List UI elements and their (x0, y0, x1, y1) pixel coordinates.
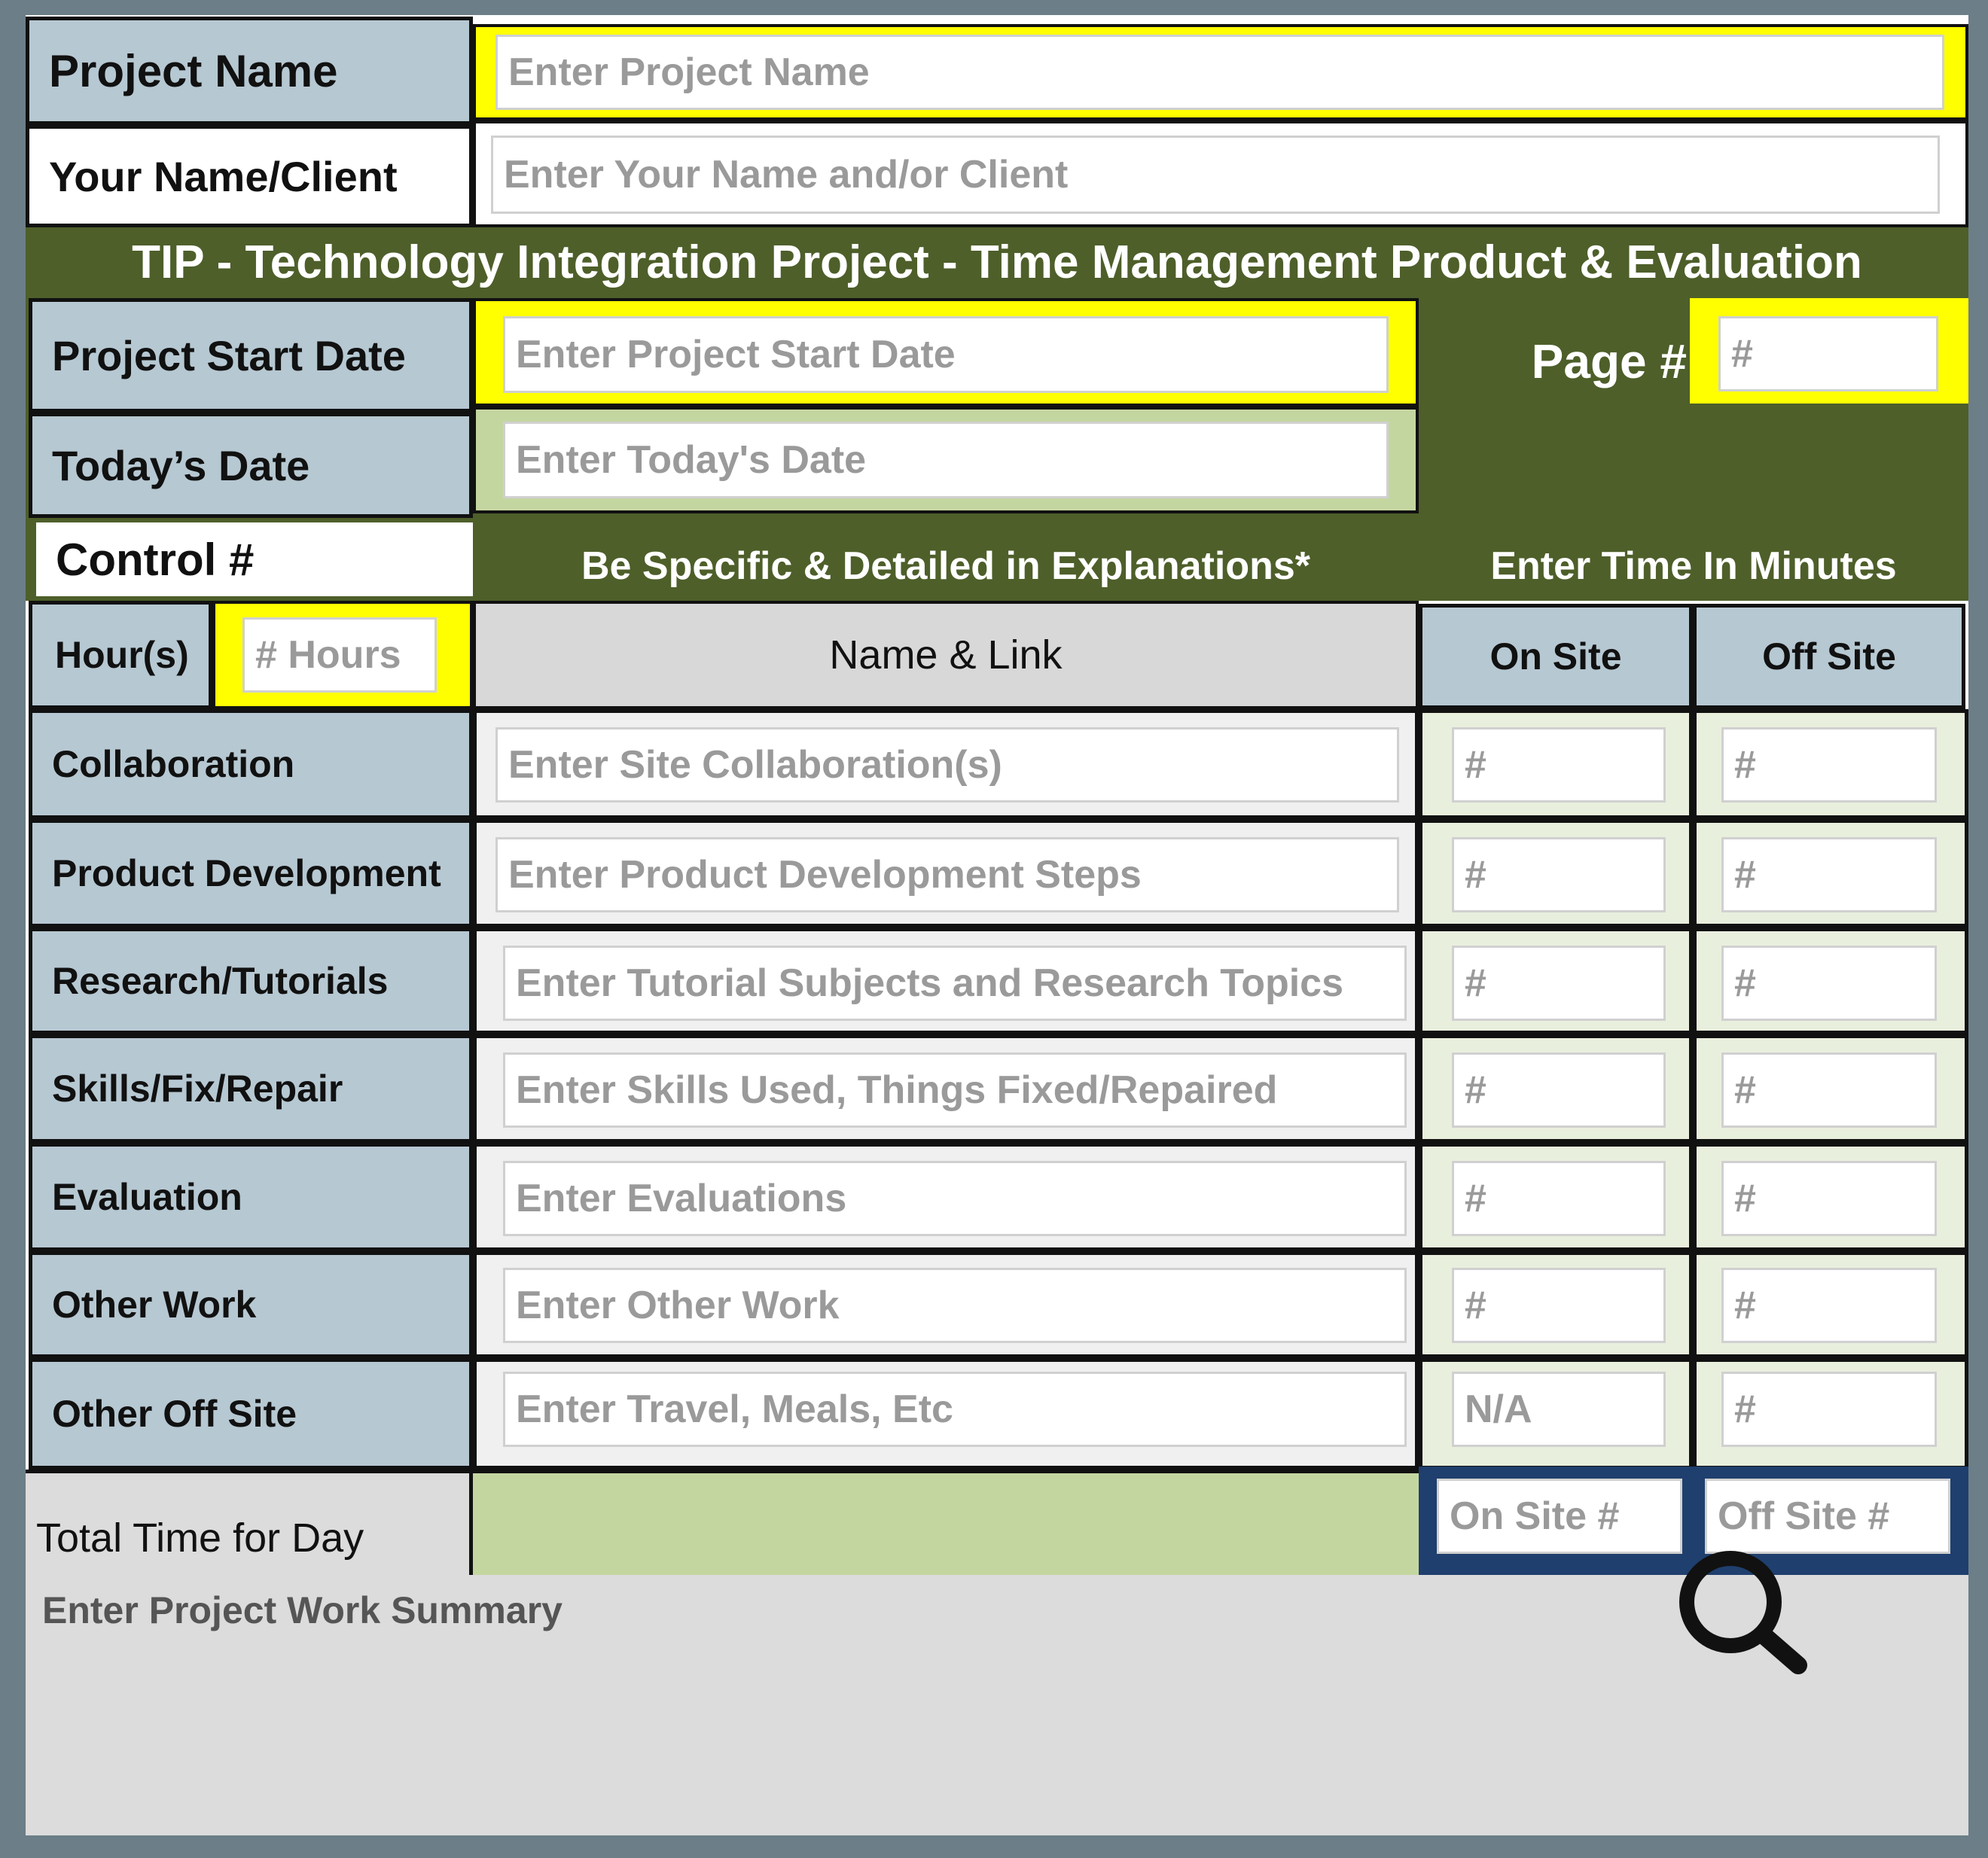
off-site-header: Off Site (1693, 604, 1965, 709)
your-name-input[interactable]: Enter Your Name and/or Client (491, 136, 1940, 214)
row-label-collaboration: Collaboration (29, 709, 473, 819)
on-site-header: On Site (1419, 604, 1693, 709)
other-off-site-off-site-input[interactable]: # (1721, 1372, 1937, 1447)
other-work-input[interactable]: Enter Other Work (503, 1268, 1407, 1343)
todays-date-input[interactable]: Enter Today's Date (503, 422, 1389, 498)
other-work-off-site-input[interactable]: # (1721, 1268, 1937, 1343)
your-name-label: Your Name/Client (26, 125, 473, 227)
product-development-on-site-input[interactable]: # (1452, 837, 1666, 912)
other-off-site-input[interactable]: Enter Travel, Meals, Etc (503, 1372, 1407, 1447)
hours-label: Hour(s) (29, 601, 212, 709)
product-development-off-site-input[interactable]: # (1721, 837, 1937, 912)
research-tutorials-on-site-input[interactable]: # (1452, 946, 1666, 1021)
total-off-site-input[interactable]: Off Site # (1705, 1479, 1950, 1554)
other-off-site-on-site-input[interactable]: N/A (1452, 1372, 1666, 1447)
row-label-other-work: Other Work (29, 1251, 473, 1358)
minutes-note: Enter Time In Minutes (1490, 544, 1897, 588)
skills-fix-repair-on-site-input[interactable]: # (1452, 1052, 1666, 1128)
research-tutorials-input[interactable]: Enter Tutorial Subjects and Research Top… (503, 946, 1407, 1021)
totals-spacer (473, 1470, 1419, 1575)
collaboration-off-site-input[interactable]: # (1721, 727, 1937, 803)
start-date-input[interactable]: Enter Project Start Date (503, 316, 1389, 393)
project-name-input[interactable]: Enter Project Name (495, 35, 1944, 110)
skills-fix-repair-off-site-input[interactable]: # (1721, 1052, 1937, 1128)
control-number-label: Control # (36, 522, 473, 596)
page-number-input[interactable]: # (1718, 316, 1938, 391)
search-icon[interactable] (1672, 1543, 1822, 1679)
row-label-research-tutorials: Research/Tutorials (29, 927, 473, 1034)
row-label-product-development: Product Development (29, 819, 473, 927)
form-title: TIP - Technology Integration Project - T… (132, 236, 1862, 288)
explanations-note: Be Specific & Detailed in Explanations* (581, 544, 1311, 588)
other-work-on-site-input[interactable]: # (1452, 1268, 1666, 1343)
summary-placeholder: Enter Project Work Summary (42, 1589, 563, 1631)
evaluation-off-site-input[interactable]: # (1721, 1161, 1937, 1236)
evaluation-input[interactable]: Enter Evaluations (503, 1161, 1407, 1236)
row-label-skills-fix-repair: Skills/Fix/Repair (29, 1034, 473, 1143)
total-on-site-input[interactable]: On Site # (1437, 1479, 1682, 1554)
product-development-input[interactable]: Enter Product Development Steps (495, 837, 1399, 912)
name-link-header: Name & Link (473, 601, 1419, 709)
page-number-label: Page # (1531, 334, 1687, 388)
row-label-evaluation: Evaluation (29, 1143, 473, 1251)
collaboration-on-site-input[interactable]: # (1452, 727, 1666, 803)
total-time-label: Total Time for Day (26, 1470, 473, 1575)
row-label-other-off-site: Other Off Site (29, 1358, 473, 1470)
skills-fix-repair-input[interactable]: Enter Skills Used, Things Fixed/Repaired (503, 1052, 1407, 1128)
todays-date-label: Today’s Date (29, 413, 473, 518)
research-tutorials-off-site-input[interactable]: # (1721, 946, 1937, 1021)
start-date-label: Project Start Date (29, 298, 473, 413)
project-name-label: Project Name (26, 17, 473, 125)
evaluation-on-site-input[interactable]: # (1452, 1161, 1666, 1236)
hours-input[interactable]: # Hours (242, 617, 437, 693)
collaboration-input[interactable]: Enter Site Collaboration(s) (495, 727, 1399, 803)
